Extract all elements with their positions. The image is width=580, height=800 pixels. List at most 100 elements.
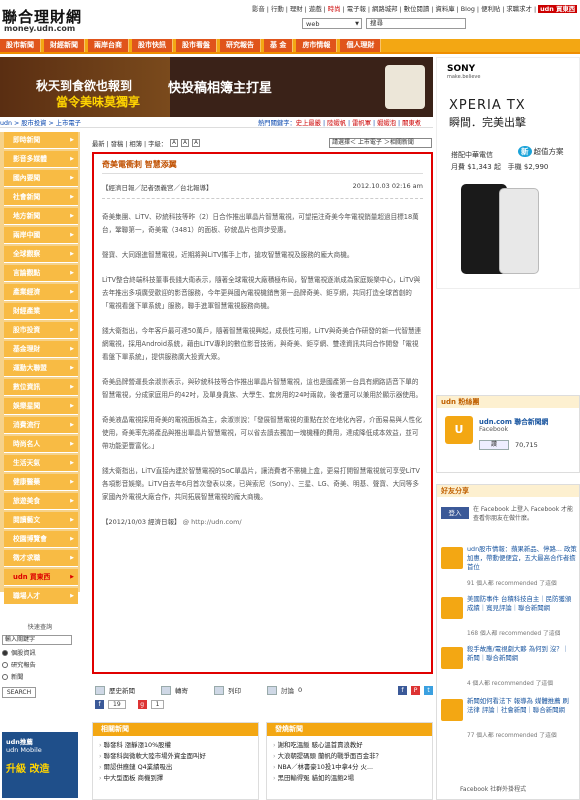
discuss-link[interactable]: 討論 [281, 685, 294, 695]
keyword-link[interactable]: 蝦蝦泡 [377, 120, 396, 127]
sidebar-item[interactable]: 生活天氣 [4, 455, 78, 472]
like-button[interactable]: 讚 [479, 440, 509, 450]
nav-item[interactable]: 股市新聞 [0, 39, 41, 52]
friend-share-item[interactable]: 美國防事件 台積科技自主｜民防獲頒成績｜寬見評論｜聯合新聞網 168 個人都 re… [441, 595, 577, 639]
sidebar-item[interactable]: 數位資訊 [4, 379, 78, 396]
quick-search-input[interactable]: 輸入關鍵字 [2, 635, 72, 645]
news-link[interactable]: 爾認供應鏈 Q4業績吸出 [99, 762, 258, 773]
fans-name[interactable]: udn.com 聯合新聞網 [479, 416, 548, 426]
sidebar-item[interactable]: 即時新聞 [4, 132, 78, 149]
sidebar-item[interactable]: 健康醫藥 [4, 474, 78, 491]
site-logo[interactable]: 聯合理財網 money.udn.com [2, 4, 112, 33]
nav-item[interactable]: 財經新聞 [44, 39, 85, 52]
friend-share-text[interactable]: 新聞如何看法下 報導為 媒體推薦 刷 法律 評論｜社會新聞｜聯合新聞網 [467, 697, 577, 715]
radio-report[interactable]: 研究報告 [2, 660, 78, 669]
news-link[interactable]: 大浪朝提碼頭 蘭帆的戰爭面百金非？ [273, 751, 432, 762]
nav-item[interactable]: 個人理財 [340, 39, 382, 52]
sidebar-item[interactable]: 影音多媒體 [4, 151, 78, 168]
top-link[interactable]: 影音 [252, 5, 265, 13]
friend-share-text[interactable]: udn股市情報：蘋果新品、停路... 政策加惠，帶動便便宜，五大最高合作者擔首位 [467, 545, 577, 572]
print-link[interactable]: 列印 [228, 685, 241, 695]
nav-item[interactable]: 基 金 [264, 39, 294, 52]
plurk-icon[interactable]: P [411, 685, 420, 695]
top-link[interactable]: 網路城邦 [372, 5, 398, 13]
udn-buy-link[interactable]: udn 買東西 [538, 5, 578, 13]
sidebar-item[interactable]: 娛樂星聞 [4, 398, 78, 415]
news-link[interactable]: NBA／林書豪10投1中拿4分 火... [273, 762, 432, 773]
top-link[interactable]: 數位閱讀 [404, 5, 430, 13]
history-link[interactable]: 歷史新聞 [109, 685, 135, 695]
font-size-large-button[interactable]: A [192, 139, 201, 147]
related-news-select[interactable]: 請選擇＜ 上市電子 ＞相關新聞 [329, 138, 432, 148]
top-link[interactable]: 遊戲 [309, 5, 322, 13]
sidebar-item[interactable]: 消費流行 [4, 417, 78, 434]
keyword-link[interactable]: 雷帆軍 [352, 120, 371, 127]
facebook-like-icon[interactable]: f [95, 699, 104, 709]
sidebar-item[interactable]: 全球觀察 [4, 246, 78, 263]
article-body: 奇美集團、LiTV、矽統科技等昨（2）日合作推出單晶片智慧電視，可望挹注奇美今年… [102, 211, 423, 504]
sidebar-item[interactable]: 旅遊美食 [4, 493, 78, 510]
news-link[interactable]: 謝和吃溫飯 駭心溫首賣浪教好 [273, 740, 432, 751]
sidebar-item[interactable]: 地方新聞 [4, 208, 78, 225]
forward-link[interactable]: 轉寄 [175, 685, 188, 695]
top-link[interactable]: 行動 [271, 5, 284, 13]
sidebar-item[interactable]: 徵才求職 [4, 550, 78, 567]
gplus-icon[interactable]: g [137, 699, 147, 709]
nav-item[interactable]: 兩岸台商 [88, 39, 129, 52]
news-link[interactable]: 中大型面板 商機到擇 [99, 773, 258, 784]
related-news-panel: 相關新聞 聯發科 漲靜漲10%股權聯發科與微軟大陸市場外資金面叫好爾認供應鏈 Q… [92, 722, 259, 800]
sidebar-item[interactable]: 產業經濟 [4, 284, 78, 301]
sidebar-item[interactable]: 國內要聞 [4, 170, 78, 187]
sidebar-item[interactable]: 校園博覽會 [4, 531, 78, 548]
nav-item[interactable]: 股市看盤 [176, 39, 217, 52]
radio-news[interactable]: 新聞 [2, 672, 78, 681]
sidebar-item[interactable]: udn 買東西 [4, 569, 78, 586]
keyword-link[interactable]: 史上最嚴 [296, 120, 321, 127]
udn-logo-icon[interactable]: U [445, 416, 473, 444]
news-link[interactable]: 聯發科 漲靜漲10%股權 [99, 740, 258, 751]
sidebar-item[interactable]: 職場人才 [4, 588, 78, 605]
login-button[interactable]: 登入 [441, 507, 469, 519]
friend-share-item[interactable]: 殺手故應/電視劇大夥 為何到 沒？｜ 新聞｜聯合新聞網 4 個人都 recomme… [441, 645, 577, 689]
sidebar-item[interactable]: 基金理財 [4, 341, 78, 358]
top-link[interactable]: 資料庫 [435, 5, 454, 13]
top-link[interactable]: 理財 [290, 5, 303, 13]
sony-ad[interactable]: SONY make.believe XPERIA TX 瞬間．完美出擊 搭配中華電… [436, 57, 580, 289]
news-link[interactable]: 聯發科與微軟大陸市場外資金面叫好 [99, 751, 258, 762]
discuss-icon [267, 685, 277, 695]
search-input[interactable]: 搜尋 [366, 18, 466, 29]
top-link[interactable]: 電子報 [347, 5, 366, 13]
sidebar-item[interactable]: 財經產業 [4, 303, 78, 320]
sidebar-item[interactable]: 股市投資 [4, 322, 78, 339]
friend-share-text[interactable]: 殺手故應/電視劇大夥 為何到 沒？｜ 新聞｜聯合新聞網 [467, 645, 577, 663]
twitter-icon[interactable]: t [424, 685, 433, 695]
top-link[interactable]: 時尚 [328, 5, 341, 13]
article-source: 【2012/10/03 經濟日報】 @ http://udn.com/ [102, 518, 242, 526]
sidebar-item[interactable]: 兩岸中國 [4, 227, 78, 244]
promo-banner[interactable]: 秋天到食欲也報到 當令美味莫獨享 快投稿相簿主打星 [0, 57, 433, 117]
keyword-link[interactable]: 陸蝦帆 [327, 120, 346, 127]
font-size-medium-button[interactable]: A [181, 139, 190, 147]
sidebar-item[interactable]: 運動大聯盟 [4, 360, 78, 377]
nav-item[interactable]: 研究報告 [220, 39, 261, 52]
top-link[interactable]: 便利貼 [481, 5, 500, 13]
sidebar-item[interactable]: 社會新聞 [4, 189, 78, 206]
nav-item[interactable]: 股市快訊 [132, 39, 173, 52]
nav-item[interactable]: 房市情報 [296, 39, 338, 52]
keyword-link[interactable]: 關東煮 [402, 120, 421, 127]
radio-stock[interactable]: 個股資訊 [2, 648, 78, 657]
friend-share-text[interactable]: 美國防事件 台積科技自主｜民防獲頒成績｜寬見評論｜聯合新聞網 [467, 595, 577, 613]
sidebar-item[interactable]: 言論觀點 [4, 265, 78, 282]
news-link[interactable]: 黑田輸得冤 貓如的溫飽2場 [273, 773, 432, 784]
font-size-small-button[interactable]: A [170, 139, 179, 147]
udn-mobile-ad[interactable]: udn推薦 udn Mobile 升級 改造 [2, 732, 78, 798]
search-scope-select[interactable]: web ▼ [302, 18, 362, 29]
friend-share-item[interactable]: udn股市情報：蘋果新品、停路... 政策加惠，帶動便便宜，五大最高合作者擔首位… [441, 545, 577, 589]
top-link[interactable]: Blog [461, 5, 475, 13]
sidebar-item[interactable]: 閱讀藝文 [4, 512, 78, 529]
friend-share-item[interactable]: 新聞如何看法下 報導為 媒體推薦 刷 法律 評論｜社會新聞｜聯合新聞網 77 個人… [441, 697, 577, 741]
top-link[interactable]: 求職求才 [506, 5, 532, 13]
search-button[interactable]: SEARCH [2, 687, 36, 698]
sidebar-item[interactable]: 時尚名人 [4, 436, 78, 453]
facebook-icon[interactable]: f [398, 685, 407, 695]
